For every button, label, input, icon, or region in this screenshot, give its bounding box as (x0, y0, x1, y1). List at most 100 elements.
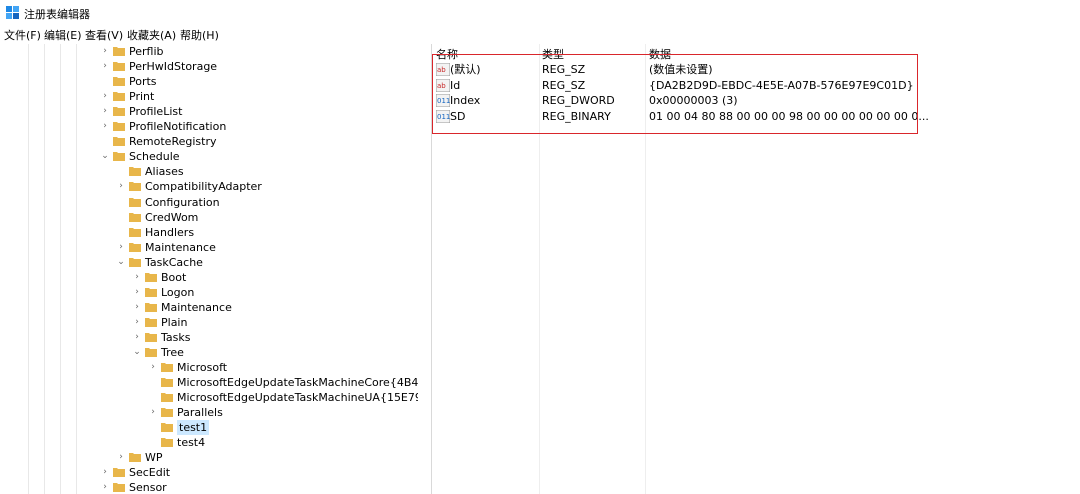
value-data: 01 00 04 80 88 00 00 00 98 00 00 00 00 0… (649, 109, 929, 123)
svg-text:ab: ab (437, 82, 446, 90)
tree-item[interactable]: test4 (0, 435, 418, 450)
tree-item[interactable]: › SecEdit (0, 465, 418, 480)
value-list[interactable]: 名称 类型 数据 ab (默认) REG_SZ (数值未设置) ab Id REG_SZ {D… (432, 44, 1080, 494)
folder-icon (129, 167, 141, 177)
tree-item[interactable]: › PerHwIdStorage (0, 59, 418, 74)
folder-icon (161, 393, 173, 403)
column-header-name[interactable]: 名称 (436, 46, 458, 62)
tree-item[interactable]: › Boot (0, 270, 418, 285)
folder-icon (145, 272, 157, 282)
tree-item[interactable]: › Logon (0, 285, 418, 300)
binary-value-icon: 011 (436, 94, 450, 107)
value-row[interactable]: ab (默认) REG_SZ (数值未设置) (432, 62, 1072, 77)
expand-chevron-icon[interactable]: › (116, 450, 126, 465)
tree-item-label: Sensor (129, 481, 167, 494)
svg-text:011: 011 (437, 97, 450, 105)
expand-chevron-icon[interactable]: › (116, 240, 126, 255)
tree-item[interactable]: ⌄ Tree (0, 345, 418, 360)
tree-item[interactable]: › Parallels (0, 405, 418, 420)
tree-item[interactable]: Handlers (0, 225, 418, 240)
expand-chevron-icon[interactable]: › (100, 44, 110, 59)
folder-icon (113, 92, 125, 102)
collapse-chevron-icon[interactable]: ⌄ (132, 345, 142, 360)
tree-item-label: Plain (161, 315, 188, 329)
tree-item-label: test1 (177, 420, 210, 436)
tree-item[interactable]: ⌄ Schedule (0, 149, 418, 164)
tree-item[interactable]: test1 (0, 420, 418, 436)
tree-item[interactable]: Ports (0, 74, 418, 89)
expand-chevron-icon[interactable]: › (116, 179, 126, 194)
expand-chevron-icon[interactable]: › (132, 315, 142, 330)
value-name: Id (450, 78, 461, 92)
tree-item-label: ProfileNotification (129, 120, 227, 134)
tree-item[interactable]: › Maintenance (0, 300, 418, 315)
expand-chevron-icon[interactable]: › (100, 89, 110, 104)
folder-icon (129, 257, 141, 267)
folder-icon (113, 468, 125, 478)
expand-chevron-icon[interactable]: › (100, 59, 110, 74)
tree-item[interactable]: › WP (0, 450, 418, 465)
expand-chevron-icon[interactable]: › (132, 300, 142, 315)
folder-icon (129, 242, 141, 252)
menu-file[interactable]: 文件(F) (4, 27, 41, 43)
no-children-spacer (116, 164, 126, 179)
menu-edit[interactable]: 编辑(E) (44, 27, 82, 43)
folder-icon (113, 47, 125, 56)
column-header-type[interactable]: 类型 (542, 46, 564, 62)
value-type: REG_SZ (542, 78, 586, 92)
expand-chevron-icon[interactable]: › (100, 465, 110, 480)
tree-item[interactable]: ⌄ TaskCache (0, 255, 418, 270)
tree-item[interactable]: Configuration (0, 195, 418, 210)
tree-item[interactable]: Aliases (0, 164, 418, 179)
folder-icon (161, 408, 173, 418)
menu-favorites[interactable]: 收藏夹(A) (127, 27, 176, 43)
value-row[interactable]: 011 Index REG_DWORD 0x00000003 (3) (432, 93, 1072, 108)
expand-chevron-icon[interactable]: › (132, 285, 142, 300)
column-header-data[interactable]: 数据 (649, 46, 671, 62)
expand-chevron-icon[interactable]: › (100, 119, 110, 134)
tree-item[interactable]: CredWom (0, 210, 418, 225)
tree-item[interactable]: › Print (0, 89, 418, 104)
tree-item[interactable]: › ProfileNotification (0, 119, 418, 134)
value-data: {DA2B2D9D-EBDC-4E5E-A07B-576E97E9C01D} (649, 78, 914, 92)
key-tree[interactable]: › Perflib › PerHwIdStorage Ports › Print › Profi… (0, 44, 418, 494)
tree-item-label: Tasks (161, 330, 191, 344)
value-type: REG_BINARY (542, 109, 611, 123)
folder-icon (161, 363, 173, 373)
folder-icon (113, 107, 125, 117)
tree-item[interactable]: › Maintenance (0, 240, 418, 255)
collapse-chevron-icon[interactable]: ⌄ (100, 149, 110, 164)
folder-icon (129, 453, 141, 463)
folder-icon (145, 348, 157, 357)
no-children-spacer (116, 195, 126, 210)
expand-chevron-icon[interactable]: › (100, 480, 110, 494)
folder-icon (113, 137, 125, 147)
tree-item[interactable]: › CompatibilityAdapter (0, 179, 418, 194)
tree-item[interactable]: › Plain (0, 315, 418, 330)
tree-item[interactable]: › ProfileList (0, 104, 418, 119)
folder-icon (129, 197, 141, 207)
tree-item-label: MicrosoftEdgeUpdateTaskMachineUA{15E791D (177, 391, 418, 405)
tree-item-label: test4 (177, 436, 206, 450)
menu-bar: 文件(F) 编辑(E) 查看(V) 收藏夹(A) 帮助(H) (0, 26, 1080, 44)
menu-view[interactable]: 查看(V) (85, 27, 123, 43)
expand-chevron-icon[interactable]: › (132, 270, 142, 285)
menu-help[interactable]: 帮助(H) (180, 27, 219, 43)
tree-item[interactable]: › Tasks (0, 330, 418, 345)
expand-chevron-icon[interactable]: › (148, 405, 158, 420)
collapse-chevron-icon[interactable]: ⌄ (116, 255, 126, 270)
tree-item[interactable]: › Perflib (0, 44, 418, 59)
expand-chevron-icon[interactable]: › (132, 330, 142, 345)
folder-icon (113, 77, 125, 87)
tree-item[interactable]: › Microsoft (0, 360, 418, 375)
tree-item[interactable]: › Sensor (0, 480, 418, 494)
expand-chevron-icon[interactable]: › (100, 104, 110, 119)
value-row[interactable]: ab Id REG_SZ {DA2B2D9D-EBDC-4E5E-A07B-576E9… (432, 78, 1072, 93)
no-children-spacer (148, 435, 158, 450)
folder-icon (161, 438, 173, 448)
tree-item[interactable]: MicrosoftEdgeUpdateTaskMachineCore{4B485… (0, 375, 418, 390)
tree-item[interactable]: MicrosoftEdgeUpdateTaskMachineUA{15E791D (0, 390, 418, 405)
value-row[interactable]: 011 SD REG_BINARY 01 00 04 80 88 00 00 00 9… (432, 109, 1072, 124)
tree-item[interactable]: RemoteRegistry (0, 134, 418, 149)
expand-chevron-icon[interactable]: › (148, 360, 158, 375)
